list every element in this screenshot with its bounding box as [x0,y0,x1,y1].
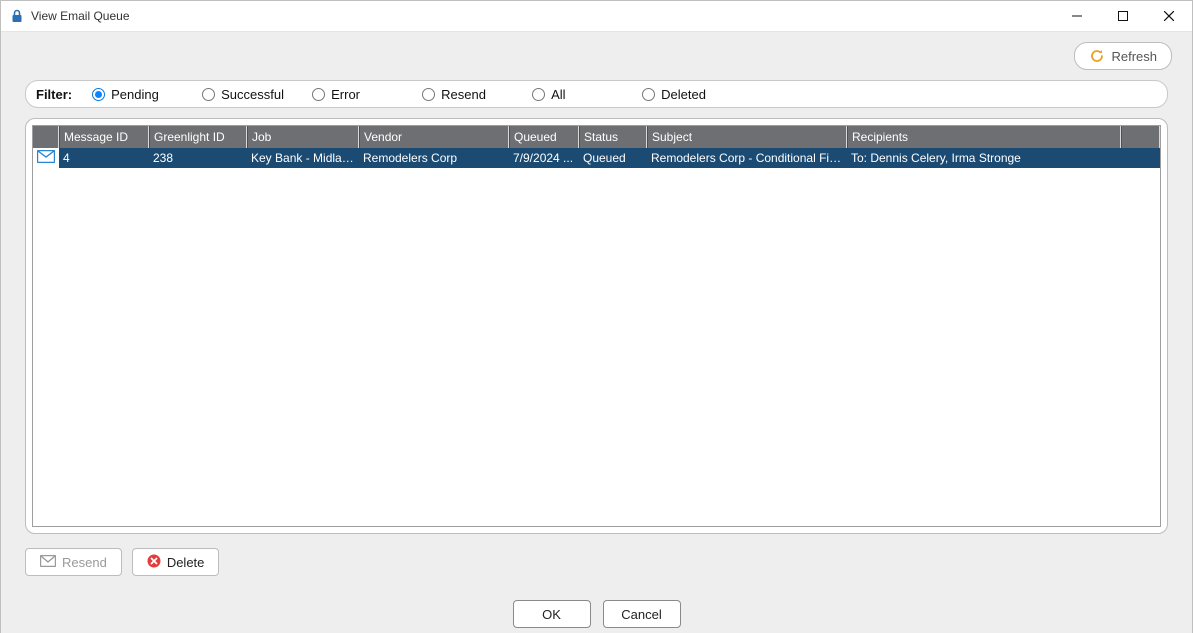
cell-greenlight: 238 [149,151,247,165]
close-button[interactable] [1146,1,1192,31]
dialog-footer: OK Cancel [1,576,1192,633]
minimize-button[interactable] [1054,1,1100,31]
col-job[interactable]: Job [247,126,359,148]
filter-radio-label: Successful [221,87,284,102]
envelope-icon [40,555,56,570]
radio-icon [312,88,325,101]
row-icon-cell [33,148,59,168]
titlebar: View Email Queue [1,1,1192,32]
col-queued[interactable]: Queued [509,126,579,148]
delete-button[interactable]: Delete [132,548,220,576]
col-message-id[interactable]: Message ID [59,126,149,148]
col-vendor[interactable]: Vendor [359,126,509,148]
maximize-button[interactable] [1100,1,1146,31]
filter-radio-label: Deleted [661,87,706,102]
delete-icon [147,554,161,571]
filter-radio-label: Error [331,87,360,102]
filter-radio-label: All [551,87,565,102]
envelope-icon [37,150,55,166]
filter-radio-successful[interactable]: Successful [202,87,312,102]
filter-radio-error[interactable]: Error [312,87,422,102]
col-status[interactable]: Status [579,126,647,148]
delete-label: Delete [167,555,205,570]
col-recipients[interactable]: Recipients [847,126,1121,148]
lock-icon [9,8,25,24]
refresh-icon [1089,48,1105,64]
resize-grip[interactable] [1176,624,1190,633]
actions-bottom: Resend Delete [1,544,1192,576]
grid-body: 4238Key Bank - MidlandRemodelers Corp7/9… [33,148,1160,526]
email-queue-grid[interactable]: Message ID Greenlight ID Job Vendor Queu… [32,125,1161,527]
radio-icon [92,88,105,101]
radio-icon [642,88,655,101]
col-end [1121,126,1160,148]
radio-icon [532,88,545,101]
filter-radio-label: Resend [441,87,486,102]
col-greenlight[interactable]: Greenlight ID [149,126,247,148]
filter-label: Filter: [36,87,72,102]
col-subject[interactable]: Subject [647,126,847,148]
ok-button[interactable]: OK [513,600,591,628]
cell-message-id: 4 [59,151,149,165]
grid-header: Message ID Greenlight ID Job Vendor Queu… [33,126,1160,148]
client-area: Refresh Filter: Pending Successful Error Re… [1,32,1192,633]
window-controls [1054,1,1192,31]
cell-queued: 7/9/2024 ... [509,151,579,165]
table-row[interactable]: 4238Key Bank - MidlandRemodelers Corp7/9… [33,148,1160,168]
filter-radio-pending[interactable]: Pending [92,87,202,102]
cell-vendor: Remodelers Corp [359,151,509,165]
filter-radio-deleted[interactable]: Deleted [642,87,752,102]
filter-bar: Filter: Pending Successful Error Resend All D… [25,80,1168,108]
filter-radio-resend[interactable]: Resend [422,87,532,102]
radio-icon [422,88,435,101]
radio-icon [202,88,215,101]
filter-radio-group: Pending Successful Error Resend All Deleted [92,87,1161,102]
window-frame: View Email Queue Re [0,0,1193,633]
toolbar-top: Refresh [1,32,1192,74]
cell-job: Key Bank - Midland [247,151,359,165]
filter-radio-all[interactable]: All [532,87,642,102]
resend-label: Resend [62,555,107,570]
refresh-label: Refresh [1111,49,1157,64]
cell-status: Queued [579,151,647,165]
cell-subject: Remodelers Corp - Conditional Final W... [647,151,847,165]
window-title: View Email Queue [31,9,130,23]
resend-button[interactable]: Resend [25,548,122,576]
cell-recipients: To: Dennis Celery, Irma Stronge [847,151,1121,165]
grid-panel: Message ID Greenlight ID Job Vendor Queu… [25,118,1168,534]
col-icon[interactable] [33,126,59,148]
filter-radio-label: Pending [111,87,159,102]
refresh-button[interactable]: Refresh [1074,42,1172,70]
cancel-button[interactable]: Cancel [603,600,681,628]
